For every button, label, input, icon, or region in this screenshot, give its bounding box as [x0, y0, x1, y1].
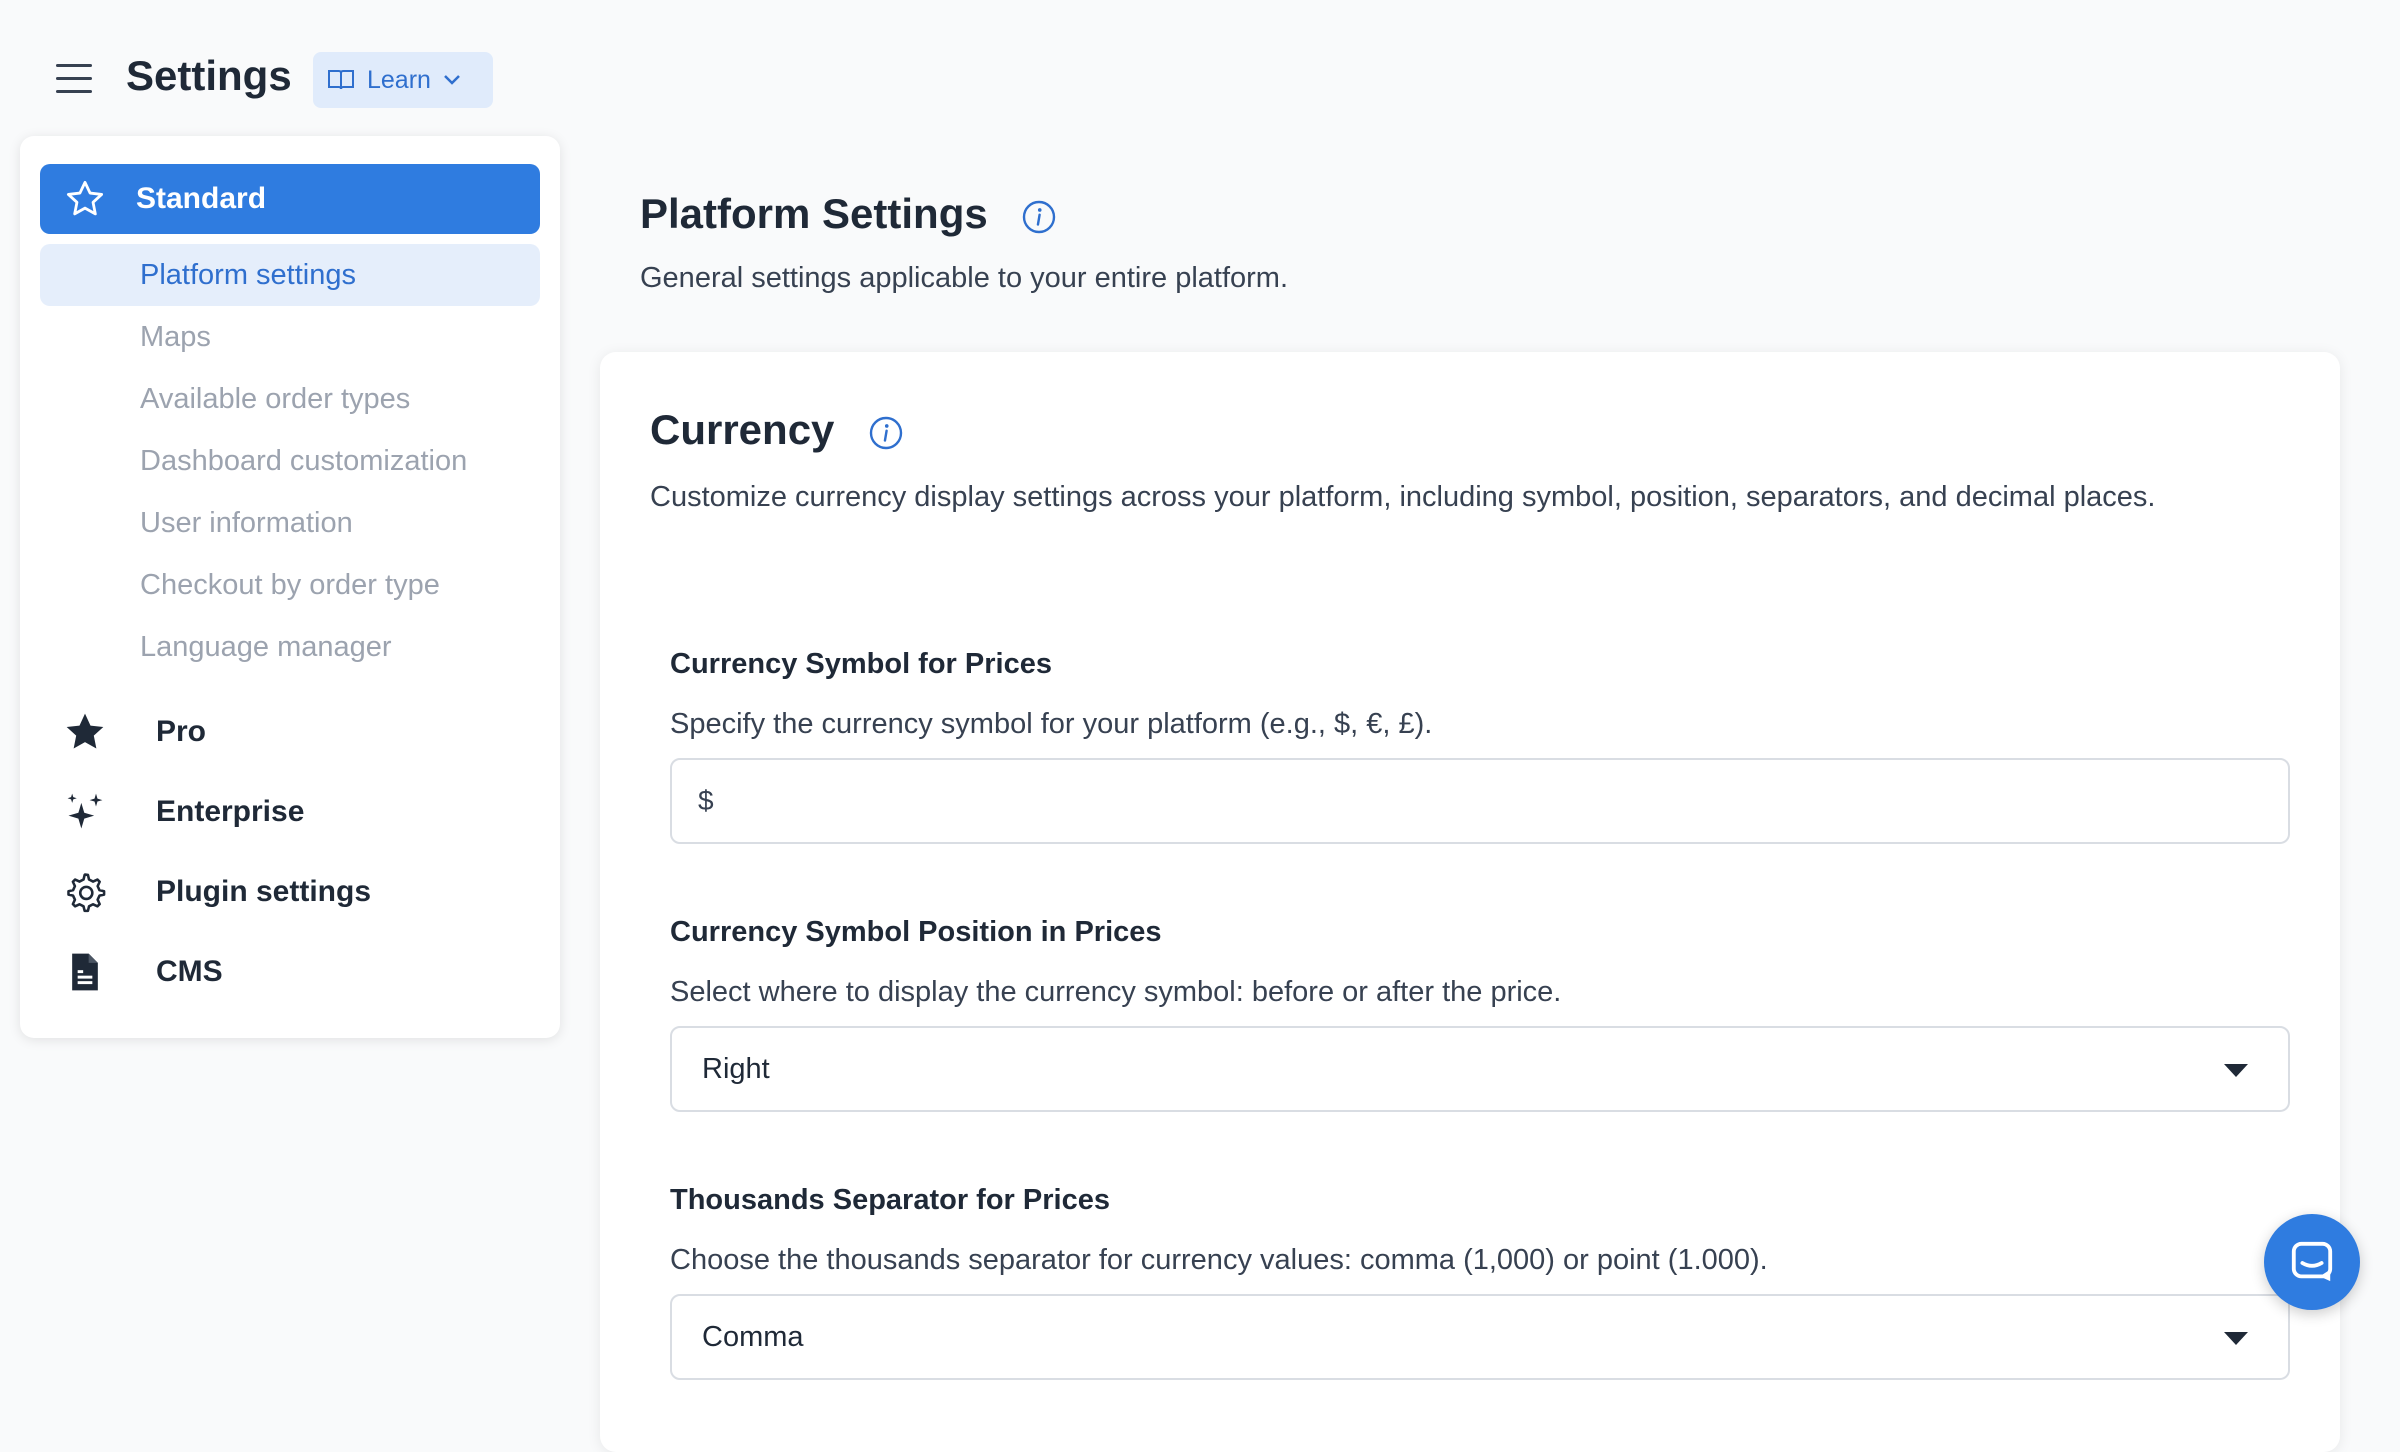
book-icon: [328, 70, 354, 90]
chat-launcher-button[interactable]: [2264, 1214, 2360, 1310]
learn-button[interactable]: Learn: [313, 52, 493, 108]
currency-symbol-label: Currency Symbol for Prices: [670, 648, 1052, 680]
thousands-separator-select[interactable]: Comma: [670, 1294, 2290, 1380]
info-icon[interactable]: [868, 415, 904, 451]
star-filled-icon: [66, 713, 104, 749]
page-subtitle: General settings applicable to your enti…: [640, 262, 1289, 294]
sidebar-item-label: Plugin settings: [156, 875, 372, 908]
page-title: Platform Settings: [640, 190, 1057, 238]
menu-icon[interactable]: [56, 64, 92, 94]
sidebar-subitem-platform-settings[interactable]: Platform settings: [40, 244, 540, 306]
currency-card: Currency Customize currency display sett…: [600, 352, 2340, 1452]
sidebar-item-label: Standard: [136, 182, 267, 215]
caret-down-icon: [2224, 1332, 2248, 1345]
sidebar-subitem-user-information[interactable]: User information: [40, 492, 540, 554]
caret-down-icon: [2224, 1064, 2248, 1077]
currency-description: Customize currency display settings acro…: [650, 481, 2156, 513]
gear-icon: [67, 873, 106, 913]
sidebar-subitem-available-order-types[interactable]: Available order types: [40, 368, 540, 430]
currency-position-value: Right: [702, 1052, 770, 1085]
sparkles-icon: [67, 793, 103, 829]
currency-position-help: Select where to display the currency sym…: [670, 976, 1562, 1008]
sidebar-item-plugin-settings[interactable]: Plugin settings: [60, 862, 540, 922]
currency-position-label: Currency Symbol Position in Prices: [670, 916, 1162, 948]
sidebar-item-label: Enterprise: [156, 795, 305, 828]
page-title-text: Platform Settings: [640, 190, 988, 237]
thousands-separator-help: Choose the thousands separator for curre…: [670, 1244, 1768, 1276]
sidebar-subitem-checkout-by-order-type[interactable]: Checkout by order type: [40, 554, 540, 616]
currency-title: Currency: [650, 406, 904, 454]
currency-position-select[interactable]: Right: [670, 1026, 2290, 1112]
sidebar-item-label: Pro: [156, 715, 207, 748]
sidebar-subitem-dashboard-customization[interactable]: Dashboard customization: [40, 430, 540, 492]
star-outline-icon: [66, 180, 104, 216]
top-bar: Settings Learn: [0, 0, 2400, 140]
sidebar-item-standard[interactable]: Standard: [40, 164, 540, 234]
sidebar-subitem-maps[interactable]: Maps: [40, 306, 540, 368]
settings-sidebar: Standard Platform settings Maps Availabl…: [20, 136, 560, 1038]
chevron-down-icon: [444, 75, 460, 85]
sidebar-subitem-language-manager[interactable]: Language manager: [40, 616, 540, 678]
learn-label: Learn: [367, 65, 431, 94]
document-icon: [72, 953, 98, 991]
thousands-separator-label: Thousands Separator for Prices: [670, 1184, 1110, 1216]
thousands-separator-value: Comma: [702, 1320, 804, 1353]
sidebar-item-enterprise[interactable]: Enterprise: [60, 782, 540, 842]
page-header-title: Settings: [126, 52, 292, 99]
sidebar-item-cms[interactable]: CMS: [60, 942, 540, 1002]
currency-symbol-input[interactable]: $: [670, 758, 2290, 844]
sidebar-item-label: CMS: [156, 955, 223, 988]
sidebar-item-pro[interactable]: Pro: [60, 702, 540, 762]
chat-icon: [2291, 1241, 2333, 1282]
info-icon[interactable]: [1021, 199, 1057, 235]
currency-symbol-help: Specify the currency symbol for your pla…: [670, 708, 1433, 740]
currency-title-text: Currency: [650, 406, 835, 453]
